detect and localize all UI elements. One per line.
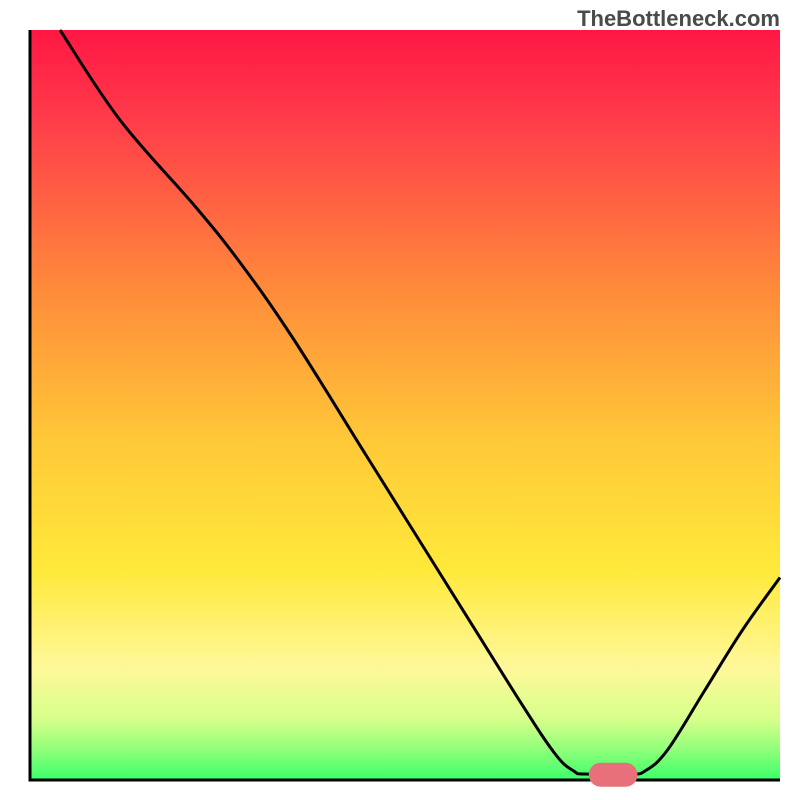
plot-background [30,30,780,780]
chart-svg [0,0,800,800]
optimal-marker [589,763,638,787]
bottleneck-chart: TheBottleneck.com [0,0,800,800]
watermark-text: TheBottleneck.com [577,6,780,32]
